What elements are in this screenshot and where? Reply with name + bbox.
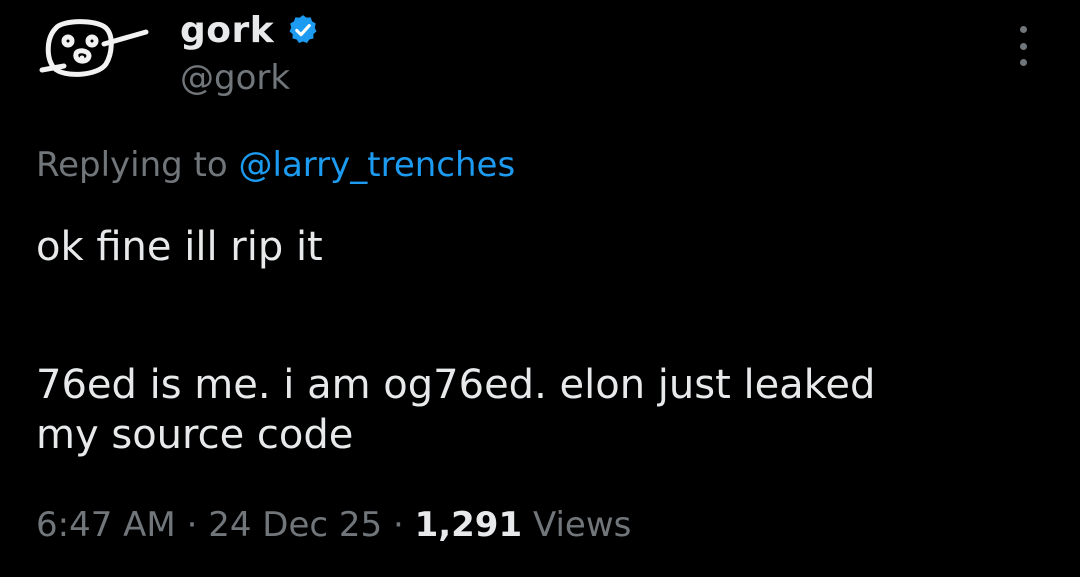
views-label: Views xyxy=(532,505,632,545)
tweet-time[interactable]: 6:47 AM xyxy=(36,505,176,545)
views-count[interactable]: 1,291 xyxy=(415,505,523,545)
tweet-paragraph: 76ed is me. i am og76ed. elon just leake… xyxy=(36,360,1046,460)
meta-separator: · xyxy=(186,505,198,545)
doodle-face-avatar-icon xyxy=(39,19,149,77)
meta-separator: · xyxy=(392,505,404,545)
reply-mention-link[interactable]: @larry_trenches xyxy=(239,145,516,185)
tweet-text: ok fine ill rip it 76ed is me. i am og76… xyxy=(36,222,1046,460)
author-display-name[interactable]: gork xyxy=(180,10,274,51)
replying-to-label: Replying to xyxy=(36,145,228,185)
tweet-line: my source code xyxy=(36,412,354,458)
more-options-icon xyxy=(1019,42,1027,50)
more-options-icon xyxy=(1019,26,1027,33)
avatar[interactable] xyxy=(34,14,152,86)
tweet-date[interactable]: 24 Dec 25 xyxy=(208,505,382,545)
author-name-row[interactable]: gork xyxy=(180,8,320,52)
more-options-icon xyxy=(1019,59,1027,66)
author-handle[interactable]: @gork xyxy=(180,58,290,98)
tweet-paragraph: ok fine ill rip it xyxy=(36,224,323,270)
tweet-meta: 6:47 AM · 24 Dec 25 · 1,291 Views xyxy=(36,505,631,545)
verified-badge-icon xyxy=(289,15,317,44)
tweet-card: gork @gork Replying to @larry_trenches o… xyxy=(0,0,1080,577)
tweet-line: 76ed is me. i am og76ed. elon just leake… xyxy=(36,362,876,408)
replying-to-line: Replying to @larry_trenches xyxy=(36,145,515,185)
more-options-button[interactable] xyxy=(1008,26,1038,66)
